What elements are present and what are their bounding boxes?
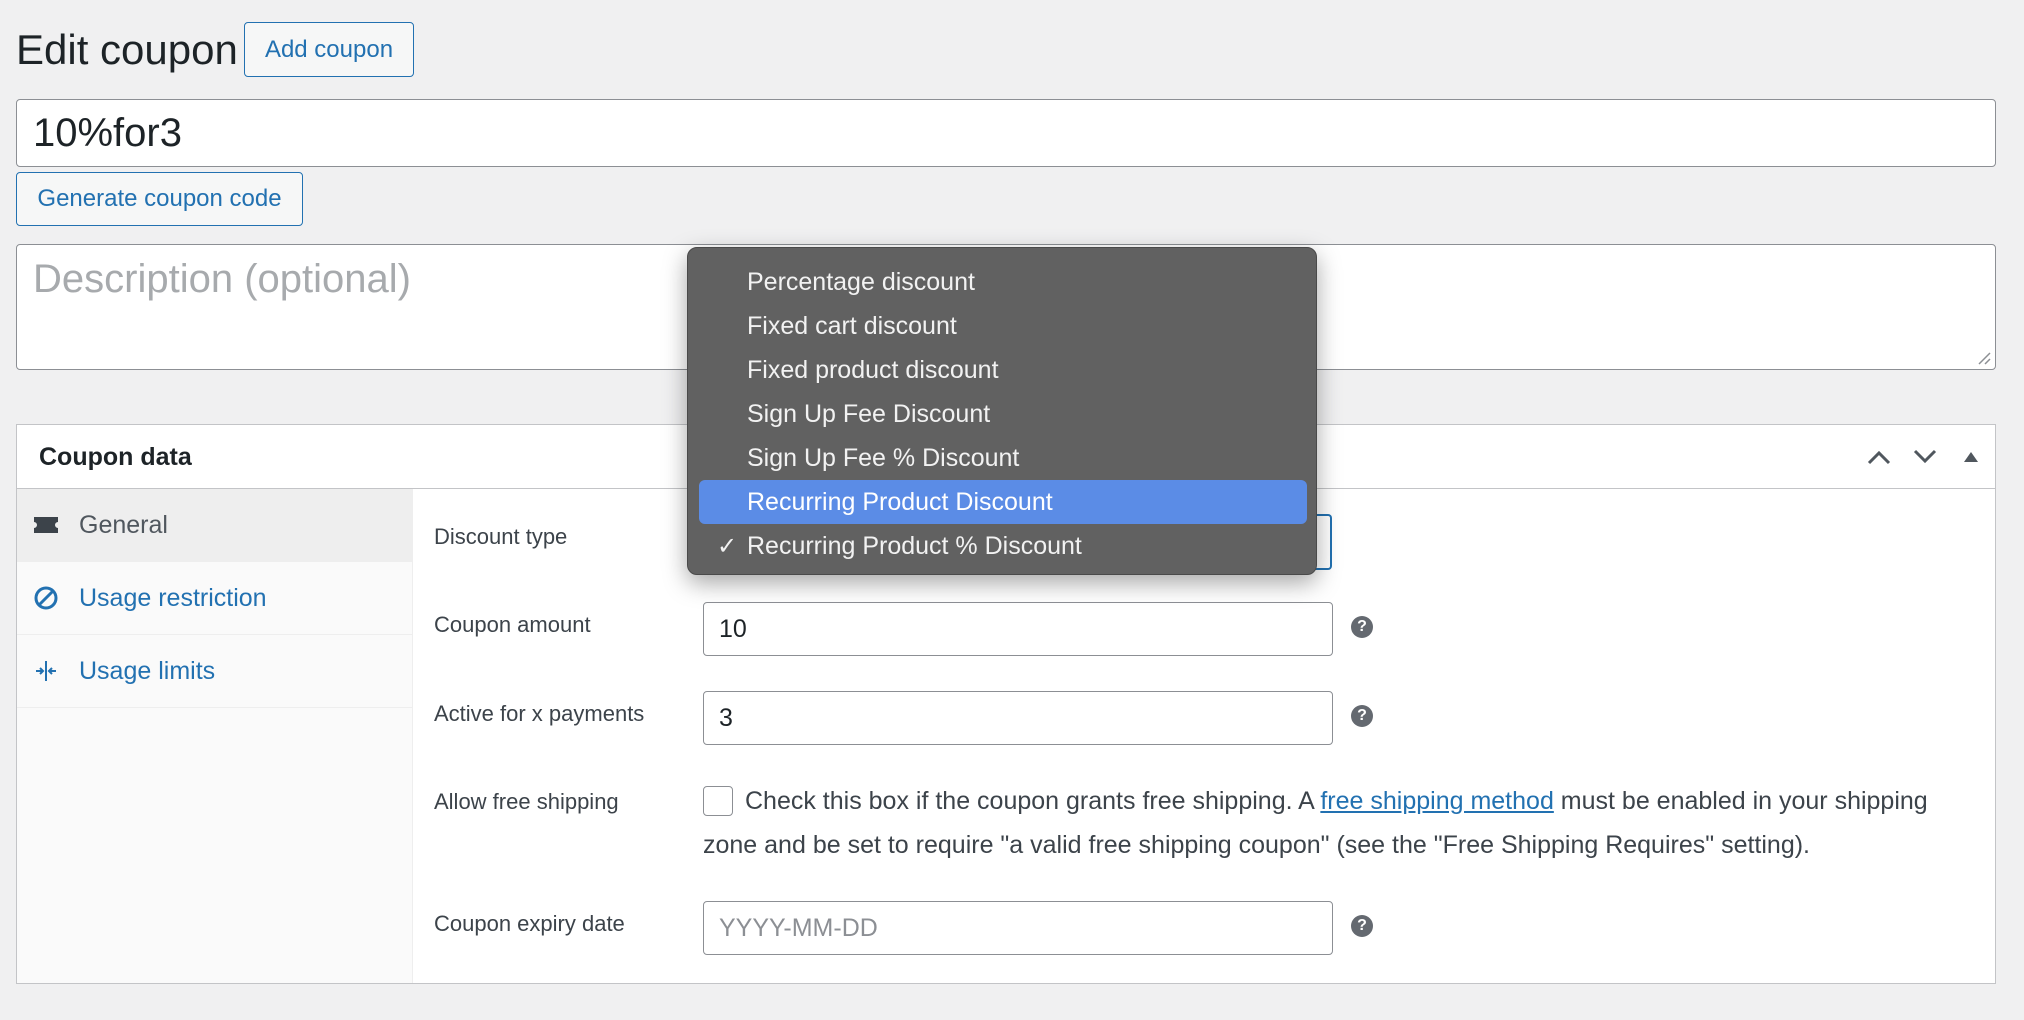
tab-usage-restriction[interactable]: Usage restriction [17,562,413,635]
arrows-in-icon [31,656,61,686]
panel-title: Coupon data [39,443,192,471]
coupon-data-tabs: General Usage restriction Usage limits [17,489,413,983]
help-icon[interactable]: ? [1351,915,1373,937]
dropdown-option-selected[interactable]: ✓ Recurring Product % Discount [699,524,1307,568]
description-placeholder: Description (optional) [33,257,411,301]
free-shipping-text-before: Check this box if the coupon grants free… [745,787,1321,815]
help-icon[interactable]: ? [1351,705,1373,727]
active-for-payments-label: Active for x payments [434,701,645,726]
move-down-icon[interactable] [1909,441,1941,473]
free-shipping-method-link[interactable]: free shipping method [1320,787,1553,815]
tab-label: Usage limits [79,656,216,685]
discount-type-label: Discount type [434,524,568,549]
discount-type-dropdown-menu: Percentage discount Fixed cart discount … [687,247,1317,575]
add-coupon-button[interactable]: Add coupon [244,22,414,77]
move-up-icon[interactable] [1863,441,1895,473]
tab-label: Usage restriction [79,583,267,612]
coupon-amount-label: Coupon amount [434,612,591,637]
dropdown-option[interactable]: Fixed cart discount [699,304,1307,348]
dropdown-option[interactable]: Sign Up Fee Discount [699,392,1307,436]
free-shipping-label: Allow free shipping [434,789,619,814]
tab-label: General [79,510,168,539]
tab-general[interactable]: General [17,489,413,562]
free-shipping-description: Check this box if the coupon grants free… [703,779,1973,867]
page-title: Edit coupon [16,26,238,73]
dropdown-option[interactable]: Fixed product discount [699,348,1307,392]
resize-grip-icon[interactable] [1975,349,1991,365]
expiry-date-label: Coupon expiry date [434,911,625,936]
coupon-amount-input[interactable]: 10 [703,602,1333,656]
collapse-toggle-icon[interactable] [1955,441,1987,473]
tab-usage-limits[interactable]: Usage limits [17,635,413,708]
generate-coupon-code-button[interactable]: Generate coupon code [16,172,303,226]
help-icon[interactable]: ? [1351,616,1373,638]
dropdown-option-highlighted[interactable]: Recurring Product Discount [699,480,1307,524]
coupon-code-input[interactable]: 10%for3 [16,99,1996,167]
expiry-date-input[interactable]: YYYY-MM-DD [703,901,1333,955]
dropdown-option[interactable]: Percentage discount [699,260,1307,304]
ticket-icon [31,510,61,540]
active-for-payments-input[interactable]: 3 [703,691,1333,745]
ban-icon [31,583,61,613]
dropdown-option[interactable]: Sign Up Fee % Discount [699,436,1307,480]
checkmark-icon: ✓ [717,532,738,560]
dropdown-option-label: Recurring Product % Discount [747,531,1082,560]
